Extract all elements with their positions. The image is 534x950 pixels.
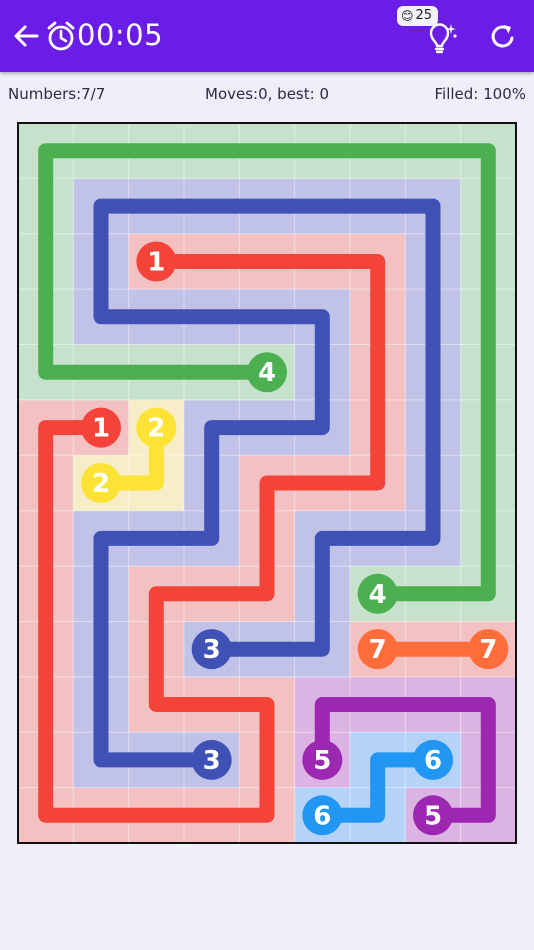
endpoint-label-5: 5	[424, 801, 442, 831]
puzzle-board[interactable]: 1 1 2 2 3 3 4 4 5 5 6 6 7 7	[17, 122, 517, 844]
endpoint-label-5: 5	[313, 746, 331, 776]
endpoint-label-7: 7	[479, 635, 497, 665]
top-app-bar: 00:05 😊 25	[0, 0, 534, 72]
endpoint-label-6: 6	[313, 801, 331, 831]
back-arrow-icon[interactable]	[12, 22, 40, 50]
endpoint-label-3: 3	[203, 635, 221, 665]
refresh-icon[interactable]	[488, 22, 518, 52]
endpoint-label-3: 3	[203, 746, 221, 776]
endpoint-label-4: 4	[369, 580, 387, 610]
endpoint-label-2: 2	[147, 414, 165, 444]
numbers-counter: Numbers:7/7	[8, 85, 106, 103]
smiley-icon: 😊	[401, 9, 414, 23]
hint-bulb-icon[interactable]	[424, 20, 458, 54]
endpoint-label-2: 2	[92, 469, 110, 499]
filled-percentage: Filled: 100%	[434, 85, 527, 103]
endpoint-label-4: 4	[258, 358, 276, 388]
endpoint-label-7: 7	[369, 635, 387, 665]
stats-bar: Moves:0, best: 0 Numbers:7/7 Filled: 100…	[0, 84, 534, 104]
alarm-clock-icon	[47, 21, 75, 51]
endpoint-label-1: 1	[92, 414, 110, 444]
endpoint-label-6: 6	[424, 746, 442, 776]
endpoint-label-1: 1	[147, 247, 165, 277]
timer-display: 00:05	[77, 18, 164, 52]
